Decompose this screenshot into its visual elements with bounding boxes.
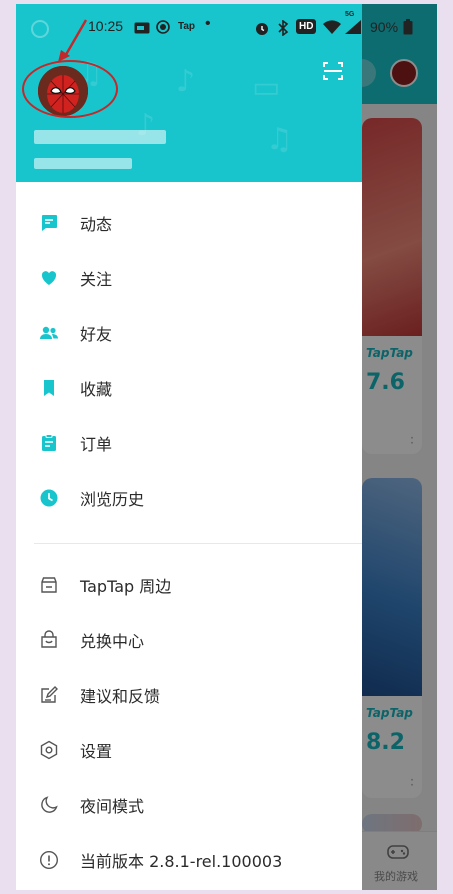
annotation-circle: [22, 60, 118, 118]
menu-item-feed[interactable]: 动态: [16, 199, 362, 247]
gamepad-pattern-icon: ▭: [252, 70, 281, 105]
status-circle-icon: [30, 19, 50, 42]
moon-icon: [38, 794, 60, 816]
menu-item-label: 收藏: [80, 380, 113, 399]
user-info-blurred: [34, 158, 132, 169]
menu-divider: [34, 543, 362, 544]
menu-item-label: 当前版本 2.8.1-rel.100003: [80, 852, 283, 871]
menu-item-history[interactable]: 浏览历史: [16, 474, 362, 522]
menu-item-version[interactable]: 当前版本 2.8.1-rel.100003: [16, 836, 362, 884]
status-time: 10:25: [88, 18, 124, 34]
hd-badge: HD: [296, 19, 317, 34]
heart-icon: [38, 267, 60, 289]
music-note-icon: ♫: [266, 122, 293, 157]
menu-item-label: 建议和反馈: [80, 687, 161, 706]
menu-item-label: 浏览历史: [80, 490, 145, 509]
alarm-icon: [254, 20, 270, 39]
feedback-icon: [38, 684, 60, 706]
navigation-drawer: ♫ ♪ ▭ ♪ ♫ 动态 关注 好友 收藏 订单 浏览历史 TapTap 周边 …: [16, 4, 362, 890]
feed-icon: [38, 212, 60, 234]
menu-item-label: TapTap 周边: [80, 577, 172, 596]
menu-item-label: 订单: [80, 435, 113, 454]
friends-icon: [38, 322, 60, 344]
menu-item-label: 夜间模式: [80, 797, 145, 816]
record-icon: [156, 20, 170, 37]
music-note-icon: ♪: [176, 64, 196, 99]
menu-item-redeem[interactable]: 兑换中心: [16, 616, 362, 664]
menu-item-feedback[interactable]: 建议和反馈: [16, 671, 362, 719]
menu-item-orders[interactable]: 订单: [16, 419, 362, 467]
menu-item-favorites[interactable]: 收藏: [16, 364, 362, 412]
menu-item-label: 好友: [80, 325, 113, 344]
scan-icon[interactable]: [322, 60, 344, 82]
bluetooth-icon: [275, 19, 291, 39]
menu-item-label: 动态: [80, 215, 113, 234]
bag-icon: [38, 629, 60, 651]
clock-icon: [38, 487, 60, 509]
menu-item-following[interactable]: 关注: [16, 254, 362, 302]
tap-notification-label: Tap: [178, 21, 196, 32]
menu-item-friends[interactable]: 好友: [16, 309, 362, 357]
settings-icon: [38, 739, 60, 761]
battery-icon: [403, 19, 413, 38]
store-icon: [38, 574, 60, 596]
annotation-arrow-icon: [58, 19, 88, 62]
screen-cast-icon: [134, 21, 150, 37]
menu-item-label: 兑换中心: [80, 632, 145, 651]
menu-item-store[interactable]: TapTap 周边: [16, 561, 362, 609]
menu-item-night-mode[interactable]: 夜间模式: [16, 781, 362, 829]
info-icon: [38, 849, 60, 871]
menu-item-label: 关注: [80, 270, 113, 289]
order-icon: [38, 432, 60, 454]
menu-item-settings[interactable]: 设置: [16, 726, 362, 774]
dot-icon: •: [205, 15, 211, 32]
signal-icon: [344, 19, 362, 38]
bookmark-icon: [38, 377, 60, 399]
username-blurred: [34, 130, 166, 144]
menu-item-label: 设置: [80, 742, 113, 761]
app-frame: TapTap 7.6 · · TapTap 8.2 · · 我的游戏 ♫ ♪ ▭ ♪…: [16, 4, 437, 890]
network-type-label: 5G: [345, 11, 355, 18]
battery-percent: 90%: [370, 19, 399, 35]
wifi-icon: [322, 19, 342, 38]
